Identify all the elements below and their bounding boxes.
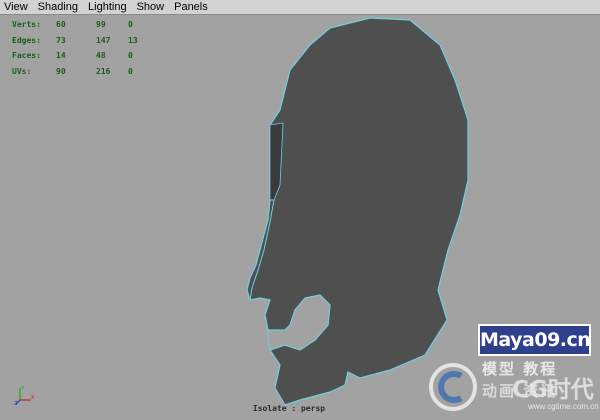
maya09-logo: Maya09.cn	[478, 324, 591, 356]
hud-uvs-row: UVs: 90 216 0	[12, 64, 148, 80]
hud-edges-row: Edges: 73 147 13	[12, 33, 148, 49]
hud-value: 99	[96, 20, 106, 29]
watermark-cg-text: CG时代	[512, 377, 594, 403]
hud-value: 0	[128, 66, 133, 76]
hud-value: 90	[56, 66, 66, 76]
axis-y-label: Y	[20, 386, 25, 392]
view-axis-icon: Y X Z	[14, 386, 35, 406]
hud-label: Verts:	[12, 20, 41, 29]
watermark-url: www.cgtime.com.cn	[528, 402, 599, 411]
hud-value: 14	[56, 51, 66, 60]
axis-x-label: X	[31, 395, 35, 401]
hud-verts-row: Verts: 60 99 0	[12, 17, 148, 33]
camera-label-text: Isolate : persp	[252, 404, 326, 413]
hud-value: 0	[128, 20, 133, 29]
cgtime-logo-icon	[429, 363, 477, 411]
hud-value: 48	[96, 51, 106, 60]
hud-faces-row: Faces: 14 48 0	[12, 48, 148, 64]
hud-label: UVs:	[12, 66, 32, 76]
hud-value: 216	[96, 66, 111, 76]
cgtime-watermark: 模型 教程 动画 资讯 CG时代 www.cgtime.com.cn	[428, 356, 600, 420]
hud-value: 147	[96, 35, 111, 45]
hud-label: Edges:	[12, 35, 41, 45]
hud-value: 13	[128, 35, 138, 45]
hud-value: 60	[56, 20, 66, 29]
hud-value: 0	[128, 51, 133, 60]
hud-value: 73	[56, 35, 66, 45]
poly-count-hud: Verts: 60 99 0 Edges: 73 147 13 Faces: 1…	[12, 17, 148, 79]
hud-label: Faces:	[12, 51, 41, 60]
